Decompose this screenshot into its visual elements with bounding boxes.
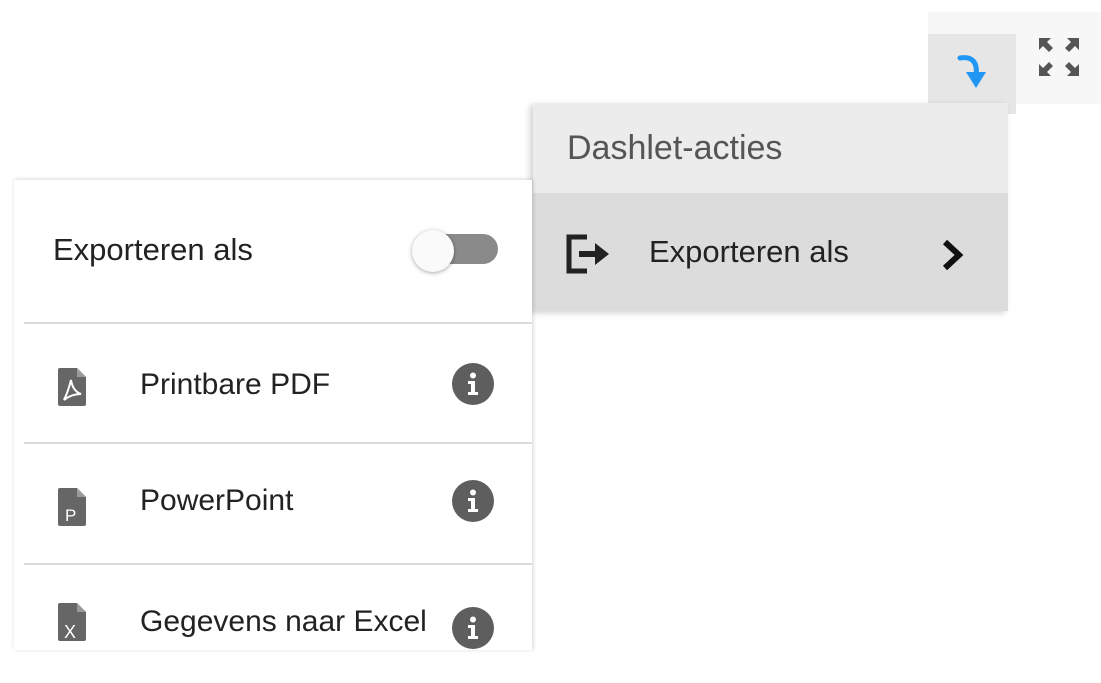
export-option-label: Gegevens naar Excel <box>140 605 427 638</box>
export-as-panel: Exporteren als Printbare PDF P PowerPoin… <box>14 180 532 650</box>
fullscreen-button[interactable] <box>1016 24 1101 94</box>
powerpoint-file-icon: P <box>56 486 88 533</box>
menu-title: Dashlet-acties <box>567 128 783 167</box>
export-panel-title: Exporteren als <box>53 232 253 267</box>
info-icon[interactable] <box>452 480 494 522</box>
curved-arrow-down-icon <box>954 52 990 97</box>
expand-arrows-icon <box>1037 36 1081 83</box>
export-panel-header: Exporteren als <box>14 180 532 322</box>
export-icon <box>565 233 613 280</box>
excel-file-icon: X <box>56 601 88 648</box>
export-option-pdf[interactable]: Printbare PDF <box>14 324 532 442</box>
svg-text:X: X <box>64 622 76 642</box>
dashlet-actions-header: Dashlet-acties <box>533 103 1008 193</box>
export-toggle[interactable] <box>412 230 500 272</box>
export-option-label: Printbare PDF <box>140 368 331 401</box>
info-icon[interactable] <box>452 363 494 405</box>
export-option-powerpoint[interactable]: P PowerPoint <box>14 444 532 562</box>
pdf-file-icon <box>56 366 88 413</box>
export-option-label: PowerPoint <box>140 484 294 517</box>
dashlet-actions-button[interactable] <box>928 34 1016 114</box>
chevron-right-icon <box>940 239 964 276</box>
info-icon[interactable] <box>452 607 494 649</box>
dashlet-toolbar <box>928 12 1101 114</box>
dashlet-actions-menu: Dashlet-acties Exporteren als <box>533 103 1008 311</box>
menu-item-label: Exporteren als <box>649 234 849 269</box>
menu-item-export-as[interactable]: Exporteren als <box>533 193 1008 311</box>
svg-text:P: P <box>65 506 76 525</box>
toggle-knob <box>412 230 454 272</box>
export-option-excel[interactable]: X Gegevens naar Excel <box>14 565 532 683</box>
